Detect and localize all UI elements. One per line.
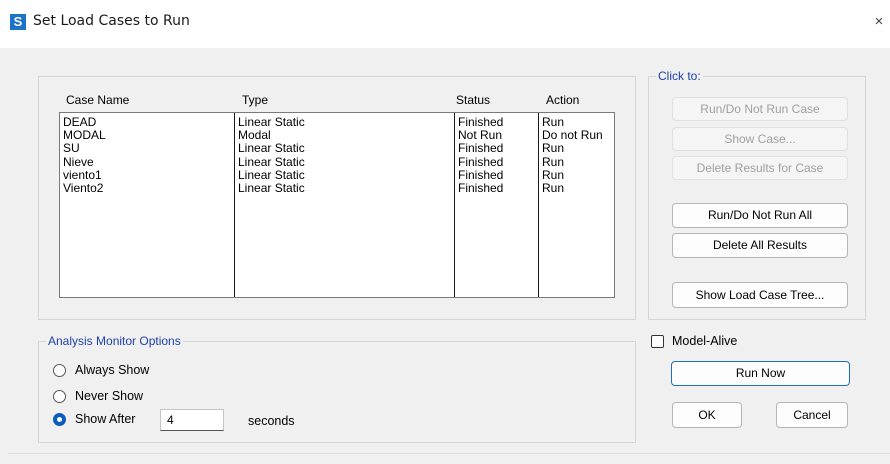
case-type-cell: Linear Static bbox=[238, 141, 305, 156]
analysis-monitor-label: Analysis Monitor Options bbox=[46, 334, 183, 348]
click-to-label: Click to: bbox=[656, 69, 703, 83]
model-alive-checkbox[interactable] bbox=[651, 335, 664, 348]
always-show-radio[interactable] bbox=[53, 364, 66, 377]
dialog-bottom-edge bbox=[8, 453, 890, 454]
window-title: Set Load Cases to Run bbox=[33, 13, 190, 29]
title-bar: S Set Load Cases to Run × bbox=[0, 0, 890, 48]
cancel-button[interactable]: Cancel bbox=[776, 402, 848, 428]
sap-app-icon: S bbox=[10, 14, 26, 30]
case-status-cell: Finished bbox=[458, 141, 504, 156]
close-icon[interactable]: × bbox=[868, 11, 890, 33]
col-header-status: Status bbox=[456, 93, 491, 107]
case-name-cell: SU bbox=[63, 141, 80, 156]
show-load-case-tree-button[interactable]: Show Load Case Tree... bbox=[672, 282, 848, 308]
case-status-cell: Finished bbox=[458, 181, 504, 195]
column-divider bbox=[454, 113, 455, 297]
always-show-label[interactable]: Always Show bbox=[75, 363, 149, 377]
case-type-cell: Linear Static bbox=[238, 181, 305, 195]
delete-results-for-case-button[interactable]: Delete Results for Case bbox=[672, 156, 848, 180]
seconds-label: seconds bbox=[248, 414, 295, 428]
column-divider bbox=[234, 113, 235, 297]
model-alive-label[interactable]: Model-Alive bbox=[672, 334, 737, 348]
show-after-radio[interactable] bbox=[53, 413, 66, 426]
run-do-not-run-case-button[interactable]: Run/Do Not Run Case bbox=[672, 97, 848, 121]
case-name-cell: Nieve bbox=[63, 154, 94, 169]
show-after-label[interactable]: Show After bbox=[75, 412, 135, 426]
column-divider bbox=[538, 113, 539, 297]
col-header-case-name: Case Name bbox=[66, 93, 130, 107]
run-now-button[interactable]: Run Now bbox=[671, 361, 850, 386]
show-case-button[interactable]: Show Case... bbox=[672, 127, 848, 151]
never-show-radio[interactable] bbox=[53, 390, 66, 403]
never-show-label[interactable]: Never Show bbox=[75, 389, 143, 403]
case-type-cell: Linear Static bbox=[238, 154, 305, 169]
col-header-action: Action bbox=[546, 93, 580, 107]
col-header-type: Type bbox=[242, 93, 269, 107]
case-action-cell: Run bbox=[542, 141, 565, 156]
show-after-seconds-input[interactable] bbox=[160, 409, 224, 431]
delete-all-results-button[interactable]: Delete All Results bbox=[672, 233, 848, 258]
case-status-cell: Finished bbox=[458, 154, 504, 169]
case-name-cell: Viento2 bbox=[63, 181, 104, 195]
ok-button[interactable]: OK bbox=[672, 402, 742, 428]
run-do-not-run-all-button[interactable]: Run/Do Not Run All bbox=[672, 203, 848, 228]
load-case-list[interactable]: DEAD Linear Static Finished Run MODAL Modal No… bbox=[59, 112, 615, 298]
case-action-cell: Run bbox=[542, 154, 565, 169]
case-action-cell: Run bbox=[542, 181, 565, 195]
